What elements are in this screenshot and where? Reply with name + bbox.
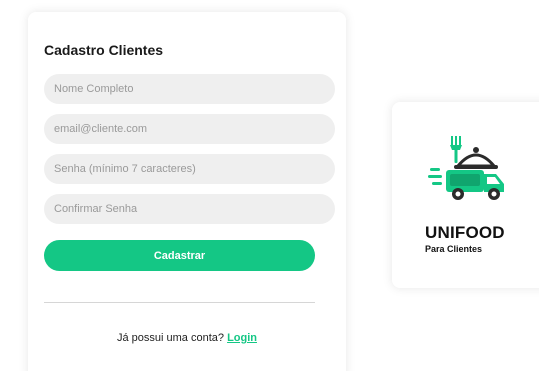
login-prompt: Já possui uma conta? bbox=[116, 332, 224, 344]
full-name-input[interactable] bbox=[44, 74, 335, 104]
register-button[interactable]: Cadastrar bbox=[44, 240, 315, 271]
brand-subtitle: Para Clientes bbox=[425, 244, 483, 254]
email-input[interactable] bbox=[44, 114, 335, 144]
form-title: Cadastro Clientes bbox=[44, 42, 164, 58]
login-row: Já possui uma conta? Login bbox=[28, 332, 346, 344]
signup-card: Cadastro Clientes Cadastrar Já possui um… bbox=[28, 12, 346, 371]
page: Cadastro Clientes Cadastrar Já possui um… bbox=[0, 0, 539, 371]
login-link[interactable]: Login bbox=[227, 332, 257, 344]
divider bbox=[44, 302, 315, 303]
brand-card: UNIFOOD Para Clientes bbox=[392, 102, 539, 288]
password-input[interactable] bbox=[44, 154, 335, 184]
delivery-truck-cloche-icon bbox=[428, 136, 504, 200]
confirm-password-input[interactable] bbox=[44, 194, 335, 224]
brand-name: UNIFOOD bbox=[425, 223, 505, 242]
